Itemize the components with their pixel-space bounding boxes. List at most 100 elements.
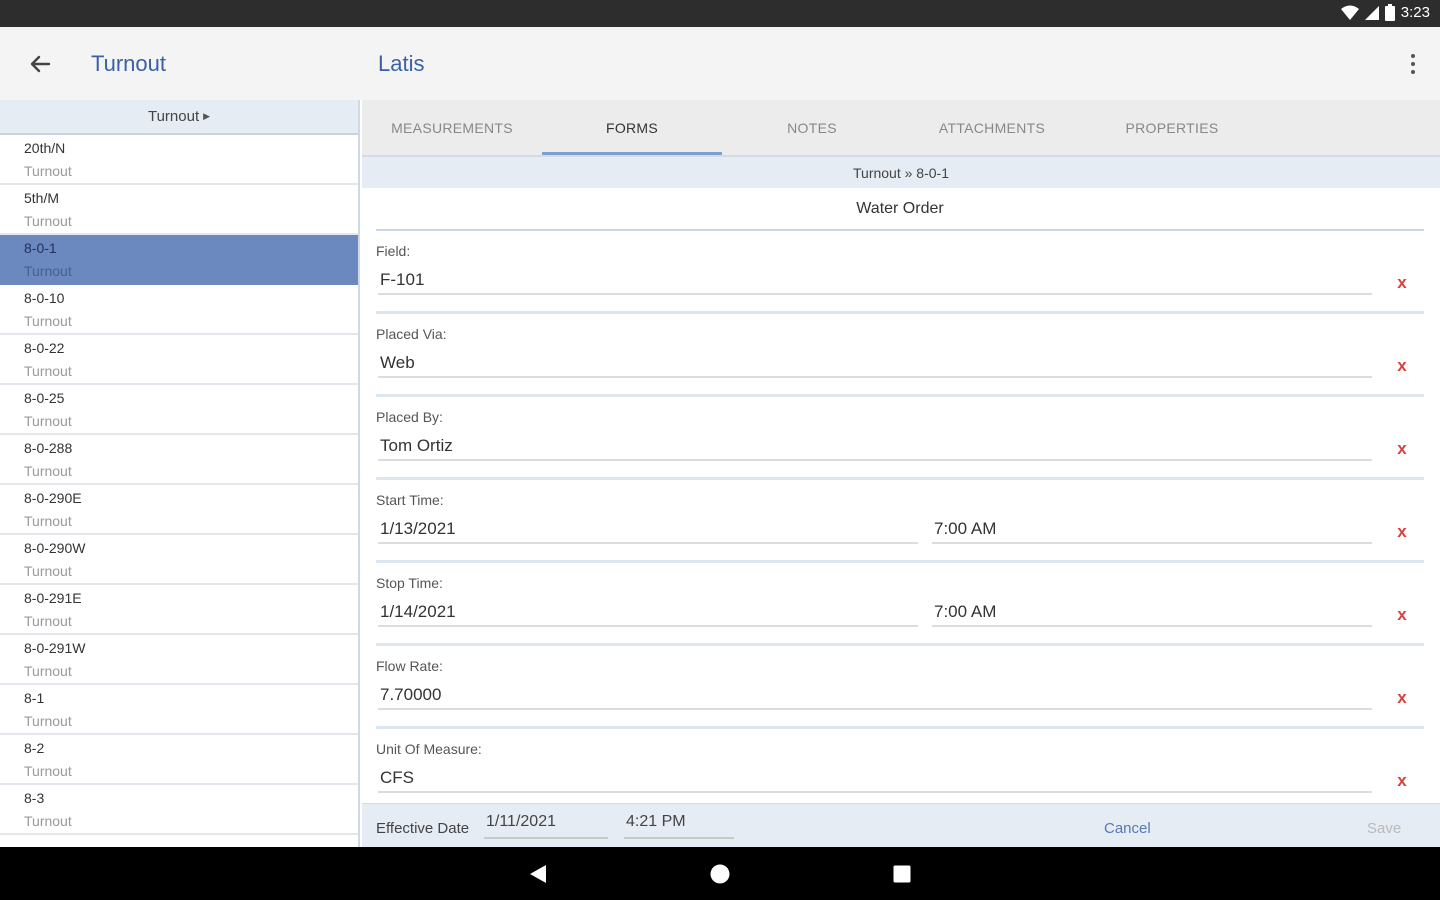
placed-via-input[interactable]: Web bbox=[378, 350, 1372, 378]
item-type: Turnout bbox=[24, 613, 72, 629]
app-bar: Turnout Latis bbox=[0, 27, 1440, 100]
item-type: Turnout bbox=[24, 263, 72, 279]
list-title: Turnout bbox=[91, 51, 167, 76]
item-name: 8-0-290W bbox=[24, 540, 86, 556]
list-item-selected[interactable]: 8-0-1 Turnout bbox=[0, 235, 358, 285]
list-item[interactable]: 8-0-10 Turnout bbox=[0, 285, 358, 335]
stop-date-input[interactable]: 1/14/2021 bbox=[378, 599, 918, 627]
list-item[interactable]: 8-0-25 Turnout bbox=[0, 385, 358, 435]
list-item[interactable]: 20th/N Turnout bbox=[0, 135, 358, 185]
flow-rate-input[interactable]: 7.70000 bbox=[378, 682, 1372, 710]
battery-icon bbox=[1384, 4, 1395, 21]
stop-time-label: Stop Time: bbox=[376, 575, 443, 591]
list-item[interactable]: 8-1 Turnout bbox=[0, 685, 358, 735]
unit-of-measure-input[interactable]: CFS bbox=[378, 765, 1372, 793]
sidebar: Turnout ▶ 20th/N Turnout 5th/M Turnout 8-0… bbox=[0, 100, 360, 847]
field-label: Field: bbox=[376, 243, 411, 259]
clear-icon[interactable]: x bbox=[1394, 522, 1410, 542]
sidebar-header-label: Turnout bbox=[147, 108, 200, 125]
effective-time-input[interactable]: 4:21 PM bbox=[624, 813, 734, 839]
item-name: 8-1 bbox=[24, 690, 45, 706]
square-recents-icon bbox=[893, 865, 911, 883]
list-item[interactable]: 8-2 Turnout bbox=[0, 735, 358, 785]
start-time-row: Start Time: 1/13/2021 7:00 AM x bbox=[376, 480, 1424, 563]
more-vert-icon bbox=[1411, 54, 1415, 58]
flow-rate-row: Flow Rate: 7.70000 x bbox=[376, 646, 1424, 729]
start-date-input[interactable]: 1/13/2021 bbox=[378, 516, 918, 544]
arrow-left-icon bbox=[30, 55, 51, 73]
more-vert-icon-dot bbox=[1411, 70, 1415, 74]
list-item[interactable]: 8-0-291W Turnout bbox=[0, 635, 358, 685]
item-name: 8-2 bbox=[24, 740, 45, 756]
back-button[interactable] bbox=[18, 47, 62, 81]
placed-by-input[interactable]: Tom Ortiz bbox=[378, 433, 1372, 461]
tab-forms[interactable]: FORMS bbox=[542, 100, 722, 155]
tab-measurements[interactable]: MEASUREMENTS bbox=[362, 100, 542, 155]
list-item[interactable]: 8-0-291E Turnout bbox=[0, 585, 358, 635]
form-footer: Effective Date 1/11/2021 4:21 PM Cancel … bbox=[362, 803, 1440, 847]
effective-date-label: Effective Date bbox=[376, 820, 470, 837]
item-type: Turnout bbox=[24, 463, 72, 479]
list-item[interactable]: 8-0-290W Turnout bbox=[0, 535, 358, 585]
item-name: 8-0-22 bbox=[24, 340, 65, 356]
item-type: Turnout bbox=[24, 663, 72, 679]
clear-icon[interactable]: x bbox=[1394, 273, 1410, 293]
system-nav-bar bbox=[0, 847, 1440, 900]
item-type: Turnout bbox=[24, 163, 72, 179]
breadcrumb: Turnout » 8-0-1 bbox=[362, 155, 1440, 188]
item-type: Turnout bbox=[24, 213, 72, 229]
list-item[interactable]: 8-3 Turnout bbox=[0, 785, 358, 835]
stop-time-input[interactable]: 7:00 AM bbox=[932, 599, 1372, 627]
item-name: 8-0-10 bbox=[24, 290, 65, 306]
item-name: 8-0-290E bbox=[24, 490, 82, 506]
page-title: Latis bbox=[378, 51, 425, 76]
clear-icon[interactable]: x bbox=[1394, 605, 1410, 625]
start-time-input[interactable]: 7:00 AM bbox=[932, 516, 1372, 544]
item-name: 5th/M bbox=[24, 190, 60, 206]
save-button[interactable]: Save bbox=[1367, 820, 1401, 837]
tab-bar: MEASUREMENTS FORMS NOTES ATTACHMENTS PRO… bbox=[362, 100, 1440, 155]
placed-via-row: Placed Via: Web x bbox=[376, 314, 1424, 397]
item-type: Turnout bbox=[24, 413, 72, 429]
placed-via-label: Placed Via: bbox=[376, 326, 447, 342]
overflow-menu-button[interactable] bbox=[1406, 49, 1420, 79]
item-type: Turnout bbox=[24, 363, 72, 379]
item-type: Turnout bbox=[24, 763, 72, 779]
sidebar-type-filter[interactable]: Turnout ▶ bbox=[0, 100, 358, 135]
item-type: Turnout bbox=[24, 513, 72, 529]
clear-icon[interactable]: x bbox=[1394, 771, 1410, 791]
form-title: Water Order bbox=[376, 188, 1424, 231]
nav-back-button[interactable] bbox=[523, 859, 553, 889]
unit-of-measure-row: Unit Of Measure: CFS x bbox=[376, 729, 1424, 812]
effective-date-input[interactable]: 1/11/2021 bbox=[484, 813, 608, 839]
nav-home-button[interactable] bbox=[705, 859, 735, 889]
item-type: Turnout bbox=[24, 563, 72, 579]
item-name: 8-0-291E bbox=[24, 590, 82, 606]
main-panel: MEASUREMENTS FORMS NOTES ATTACHMENTS PRO… bbox=[362, 100, 1440, 847]
list-item[interactable]: 5th/M Turnout bbox=[0, 185, 358, 235]
circle-home-icon bbox=[710, 864, 730, 884]
clear-icon[interactable]: x bbox=[1394, 688, 1410, 708]
caret-right-icon: ▶ bbox=[203, 111, 211, 121]
list-item[interactable]: 8-0-288 Turnout bbox=[0, 435, 358, 485]
tab-properties[interactable]: PROPERTIES bbox=[1082, 100, 1262, 155]
clear-icon[interactable]: x bbox=[1394, 356, 1410, 376]
cancel-button[interactable]: Cancel bbox=[1104, 820, 1151, 837]
field-row: Field: F-101 x bbox=[376, 231, 1424, 314]
wifi-icon bbox=[1340, 5, 1359, 20]
status-bar: 3:23 bbox=[0, 0, 1440, 27]
tab-attachments[interactable]: ATTACHMENTS bbox=[902, 100, 1082, 155]
nav-recents-button[interactable] bbox=[887, 859, 917, 889]
placed-by-label: Placed By: bbox=[376, 409, 443, 425]
tab-notes[interactable]: NOTES bbox=[722, 100, 902, 155]
list-item[interactable]: 8-0-290E Turnout bbox=[0, 485, 358, 535]
item-type: Turnout bbox=[24, 713, 72, 729]
field-input[interactable]: F-101 bbox=[378, 267, 1372, 295]
list-item[interactable]: 8-0-22 Turnout bbox=[0, 335, 358, 385]
item-type: Turnout bbox=[24, 313, 72, 329]
item-name: 8-3 bbox=[24, 790, 45, 806]
more-vert-icon-dot bbox=[1411, 62, 1415, 66]
item-name: 20th/N bbox=[24, 140, 66, 156]
clear-icon[interactable]: x bbox=[1394, 439, 1410, 459]
water-order-form: Water Order Field: F-101 x Placed Via: W… bbox=[376, 188, 1424, 812]
